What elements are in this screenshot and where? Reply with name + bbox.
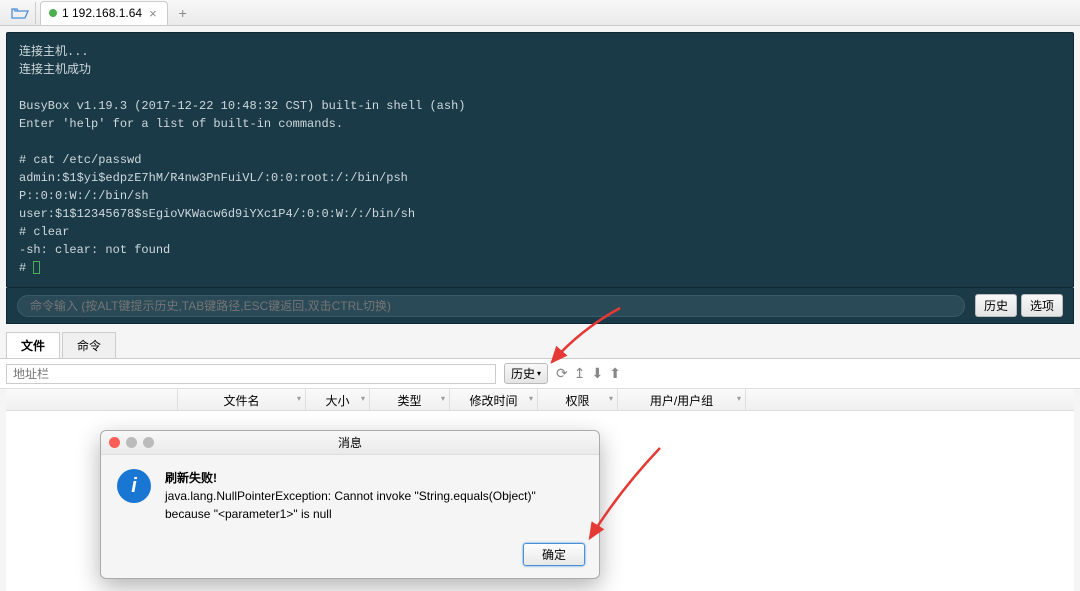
info-icon: i <box>117 469 151 503</box>
upload-icon[interactable]: ⬆ <box>609 365 621 382</box>
command-input-row: 历史 选项 <box>6 288 1074 324</box>
table-header: 文件名 大小 类型 修改时间 权限 用户/用户组 <box>6 389 1074 411</box>
download-icon[interactable]: ⬇ <box>592 365 604 382</box>
options-button[interactable]: 选项 <box>1021 294 1063 317</box>
col-mtime[interactable]: 修改时间 <box>450 389 538 410</box>
dialog-heading: 刷新失败! <box>165 469 583 487</box>
col-perm[interactable]: 权限 <box>538 389 618 410</box>
dialog-minimize-icon <box>126 437 137 448</box>
col-type[interactable]: 类型 <box>370 389 450 410</box>
open-folder-button[interactable] <box>4 2 36 24</box>
tab-bar: 1 192.168.1.64 × + <box>0 0 1080 26</box>
dialog-body-text: java.lang.NullPointerException: Cannot i… <box>165 487 583 523</box>
up-dir-icon[interactable]: ↥ <box>574 365 586 382</box>
tab-label: 1 192.168.1.64 <box>62 6 142 20</box>
dialog-titlebar[interactable]: 消息 <box>101 431 599 455</box>
col-owner[interactable]: 用户/用户组 <box>618 389 746 410</box>
terminal-text: 连接主机... 连接主机成功 BusyBox v1.19.3 (2017-12-… <box>19 45 465 275</box>
address-history-button[interactable]: 历史▾ <box>504 363 548 384</box>
status-dot-icon <box>49 9 57 17</box>
refresh-icon[interactable]: ⟳ <box>556 365 568 382</box>
dialog-title: 消息 <box>109 434 591 451</box>
history-button[interactable]: 历史 <box>975 294 1017 317</box>
terminal-output[interactable]: 连接主机... 连接主机成功 BusyBox v1.19.3 (2017-12-… <box>6 32 1074 288</box>
command-input[interactable] <box>17 295 965 317</box>
tab-files[interactable]: 文件 <box>6 332 60 358</box>
header-spacer <box>6 389 178 410</box>
dialog-zoom-icon <box>143 437 154 448</box>
folder-open-icon <box>11 6 29 20</box>
close-tab-button[interactable]: × <box>147 6 159 21</box>
col-filename[interactable]: 文件名 <box>178 389 306 410</box>
col-size[interactable]: 大小 <box>306 389 370 410</box>
add-tab-button[interactable]: + <box>172 2 194 24</box>
session-tab[interactable]: 1 192.168.1.64 × <box>40 1 168 25</box>
address-bar-row: 历史▾ ⟳ ↥ ⬇ ⬆ <box>0 359 1080 389</box>
ok-button[interactable]: 确定 <box>523 543 585 566</box>
tab-commands[interactable]: 命令 <box>62 332 116 358</box>
dialog-message: 刷新失败! java.lang.NullPointerException: Ca… <box>165 469 583 523</box>
cursor-icon <box>33 261 40 274</box>
message-dialog: 消息 i 刷新失败! java.lang.NullPointerExceptio… <box>100 430 600 579</box>
dialog-close-icon[interactable] <box>109 437 120 448</box>
address-input[interactable] <box>6 364 496 384</box>
file-browser-tabs: 文件 命令 <box>0 332 1080 359</box>
